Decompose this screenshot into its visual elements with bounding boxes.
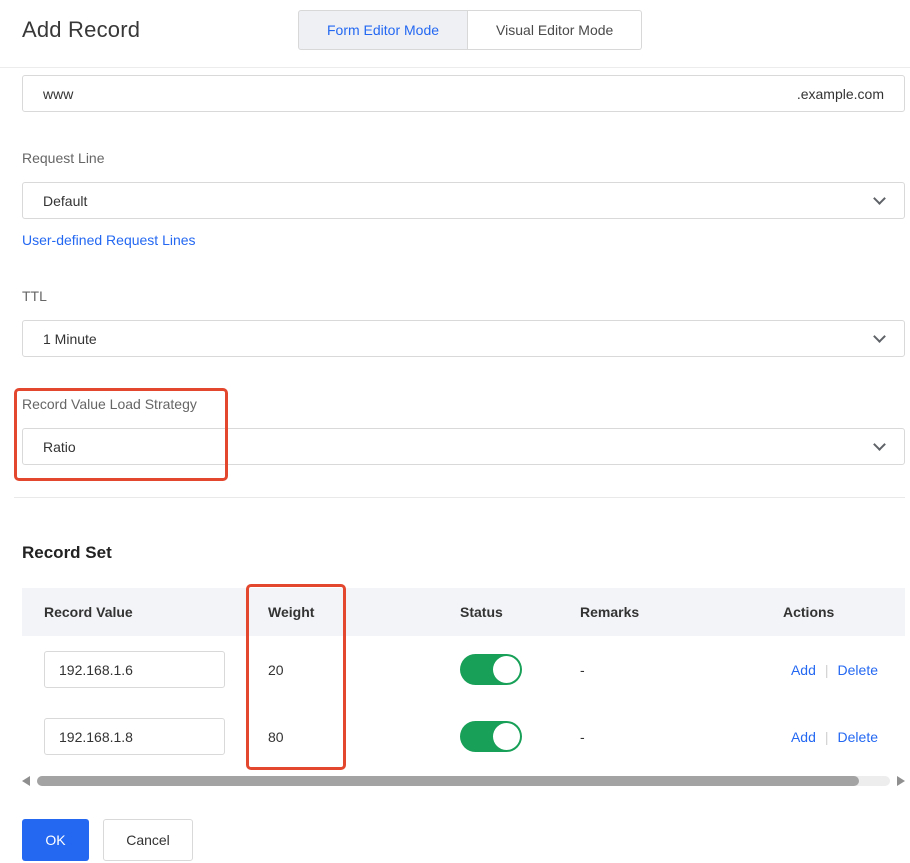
status-toggle[interactable] [460,654,522,685]
record-value-text: 192.168.1.6 [59,661,133,678]
table-header-row: Record Value Weight Status Remarks Actio… [22,588,905,636]
chevron-down-icon [873,437,886,451]
weight-value: 80 [268,728,284,745]
load-strategy-value: Ratio [43,438,76,455]
page-title: Add Record [22,17,141,42]
editor-mode-tabs: Form Editor Mode Visual Editor Mode [298,10,643,50]
status-toggle[interactable] [460,721,522,752]
record-value-input[interactable]: 192.168.1.6 [44,651,225,688]
record-value-text: 192.168.1.8 [59,728,133,745]
tab-visual-editor-mode[interactable]: Visual Editor Mode [468,10,643,50]
add-row-button[interactable]: Add [791,662,816,678]
host-record-value: www [43,85,74,102]
ttl-value: 1 Minute [43,330,97,347]
scrollbar-thumb[interactable] [37,776,859,786]
table-row: 192.168.1.6 20 - Add | Delete [22,636,905,703]
load-strategy-label: Record Value Load Strategy [22,396,197,412]
user-defined-request-lines-link[interactable]: User-defined Request Lines [22,232,196,248]
domain-suffix: .example.com [796,85,884,102]
delete-row-button[interactable]: Delete [838,662,878,678]
record-value-input[interactable]: 192.168.1.8 [44,718,225,755]
toggle-knob-icon [493,723,520,750]
ok-button[interactable]: OK [22,819,89,861]
table-row: 192.168.1.8 80 - Add | Delete [22,703,905,770]
tab-form-editor-mode[interactable]: Form Editor Mode [298,10,469,50]
column-header-actions: Actions [783,604,835,620]
request-line-label: Request Line [22,150,105,166]
record-set-title: Record Set [22,543,112,562]
remarks-value: - [580,661,585,678]
ttl-select[interactable]: 1 Minute [22,320,905,357]
column-header-record-value: Record Value [44,604,133,620]
remarks-value: - [580,728,585,745]
scroll-left-arrow-icon[interactable] [22,776,30,786]
column-header-remarks: Remarks [580,604,640,620]
request-line-select[interactable]: Default [22,182,905,219]
chevron-down-icon [873,191,886,205]
column-header-status: Status [460,604,503,620]
chevron-down-icon [873,329,886,343]
scroll-right-arrow-icon[interactable] [897,776,905,786]
dialog-header: Add Record Form Editor Mode Visual Edito… [0,0,910,68]
section-divider [14,497,905,498]
delete-row-button[interactable]: Delete [838,729,878,745]
toggle-knob-icon [493,656,520,683]
action-separator: | [824,661,829,678]
weight-value: 20 [268,661,284,678]
column-header-weight: Weight [268,604,315,620]
record-set-table: Record Value Weight Status Remarks Actio… [22,588,905,770]
add-row-button[interactable]: Add [791,729,816,745]
host-record-input[interactable]: www .example.com [22,75,905,112]
horizontal-scrollbar [22,772,905,790]
cancel-button[interactable]: Cancel [103,819,193,861]
load-strategy-select[interactable]: Ratio [22,428,905,465]
request-line-value: Default [43,192,88,209]
ttl-label: TTL [22,288,47,304]
action-separator: | [824,728,829,745]
add-record-dialog: Add Record Form Editor Mode Visual Edito… [0,0,910,863]
